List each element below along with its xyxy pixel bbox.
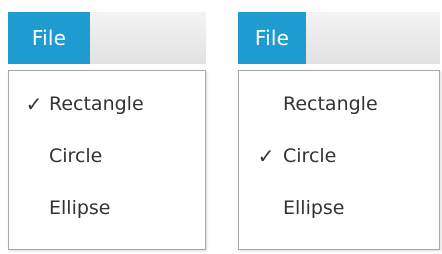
- menu-item-circle[interactable]: Circle: [9, 131, 205, 181]
- file-menu-button[interactable]: File: [238, 12, 306, 64]
- menu-item-rectangle[interactable]: ✓ Rectangle: [9, 79, 205, 129]
- menu-item-ellipse[interactable]: Ellipse: [9, 183, 205, 233]
- menu-item-rectangle[interactable]: Rectangle: [239, 79, 439, 129]
- menu-item-label: Rectangle: [283, 93, 378, 115]
- checkmark-icon: ✓: [25, 92, 43, 116]
- checkmark-icon: ✓: [257, 144, 275, 168]
- menu-item-label: Circle: [49, 145, 103, 167]
- file-dropdown: Rectangle ✓ Circle Ellipse: [238, 70, 440, 250]
- menu-panel-left: File ✓ Rectangle Circle Ellipse: [8, 12, 206, 250]
- menubar: File: [238, 12, 440, 64]
- menubar: File: [8, 12, 206, 64]
- file-dropdown: ✓ Rectangle Circle Ellipse: [8, 70, 206, 250]
- file-menu-button[interactable]: File: [8, 12, 90, 64]
- menu-item-label: Rectangle: [49, 93, 144, 115]
- menu-item-label: Circle: [283, 145, 337, 167]
- menu-item-circle[interactable]: ✓ Circle: [239, 131, 439, 181]
- menu-item-ellipse[interactable]: Ellipse: [239, 183, 439, 233]
- menu-panel-right: File Rectangle ✓ Circle Ellipse: [238, 12, 440, 250]
- menu-item-label: Ellipse: [283, 197, 345, 219]
- menu-item-label: Ellipse: [49, 197, 111, 219]
